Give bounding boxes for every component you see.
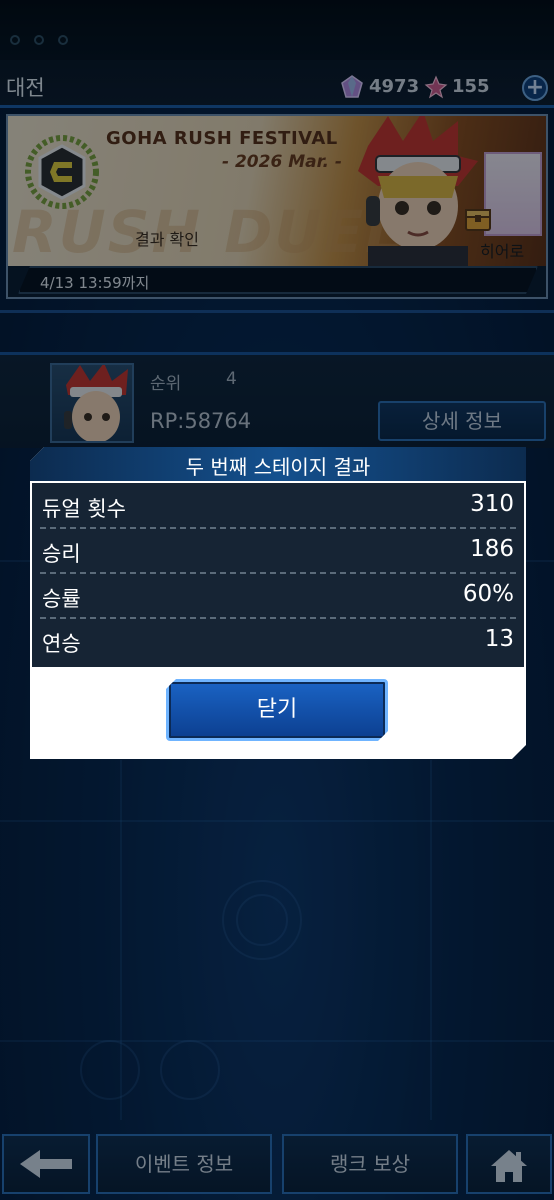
- dialog-header: 두 번째 스테이지 결과: [30, 447, 526, 481]
- stat-row-wins: 승리 186: [40, 530, 516, 574]
- stat-label: 승률: [42, 587, 81, 611]
- close-button[interactable]: 닫기: [166, 679, 388, 741]
- stat-value: 13: [484, 626, 514, 652]
- stat-label: 승리: [42, 542, 81, 566]
- stat-label: 듀얼 횟수: [42, 497, 126, 521]
- stats-panel: 듀얼 횟수 310 승리 186 승률 60% 연승 13: [32, 483, 524, 667]
- dialog-title: 두 번째 스테이지 결과: [185, 455, 371, 479]
- stage-result-dialog: 두 번째 스테이지 결과 듀얼 횟수 310 승리 186 승률 60% 연승 …: [30, 447, 526, 759]
- stat-value: 60%: [462, 581, 514, 607]
- stat-value: 310: [470, 491, 514, 517]
- stat-value: 186: [470, 536, 514, 562]
- stat-row-win-rate: 승률 60%: [40, 575, 516, 619]
- stat-row-duel-count: 듀얼 횟수 310: [40, 485, 516, 529]
- stat-row-win-streak: 연승 13: [40, 620, 516, 664]
- stat-label: 연승: [42, 632, 81, 656]
